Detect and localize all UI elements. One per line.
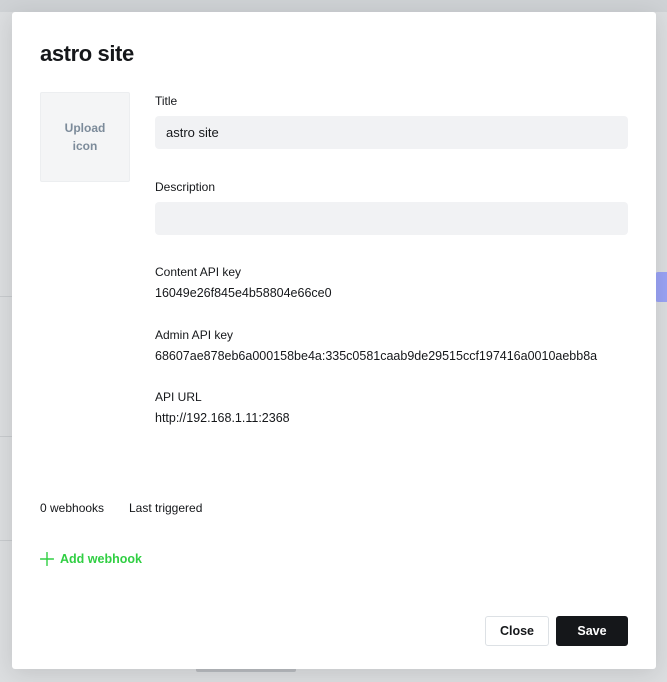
backdrop-accent bbox=[655, 272, 667, 302]
backdrop-divider bbox=[0, 296, 12, 297]
backdrop-divider bbox=[0, 436, 12, 437]
plus-icon bbox=[40, 552, 54, 566]
close-button[interactable]: Close bbox=[485, 616, 549, 646]
webhooks-count: 0 webhooks bbox=[40, 501, 105, 515]
upload-icon-button[interactable]: Upload icon bbox=[40, 92, 130, 182]
title-input[interactable] bbox=[155, 116, 628, 149]
content-api-key-value[interactable]: 16049e26f845e4b58804e66ce0 bbox=[155, 286, 628, 300]
integration-modal: astro site Upload icon Title Description… bbox=[12, 12, 656, 669]
description-label: Description bbox=[155, 180, 216, 194]
api-url-value[interactable]: http://192.168.1.11:2368 bbox=[155, 411, 628, 425]
api-url-label: API URL bbox=[155, 390, 202, 404]
backdrop-header bbox=[0, 0, 667, 12]
modal-title: astro site bbox=[40, 41, 134, 66]
add-webhook-label: Add webhook bbox=[60, 552, 142, 566]
description-input[interactable] bbox=[155, 202, 628, 235]
admin-api-key-label: Admin API key bbox=[155, 328, 234, 342]
content-api-key-label: Content API key bbox=[155, 265, 242, 279]
last-triggered-header: Last triggered bbox=[129, 501, 203, 515]
backdrop-divider bbox=[0, 540, 12, 541]
admin-api-key-value[interactable]: 68607ae878eb6a000158be4a:335c0581caab9de… bbox=[155, 349, 628, 363]
save-button[interactable]: Save bbox=[556, 616, 628, 646]
title-label: Title bbox=[155, 94, 178, 108]
upload-icon-label: Upload icon bbox=[64, 121, 106, 153]
add-webhook-button[interactable]: Add webhook bbox=[40, 552, 142, 566]
